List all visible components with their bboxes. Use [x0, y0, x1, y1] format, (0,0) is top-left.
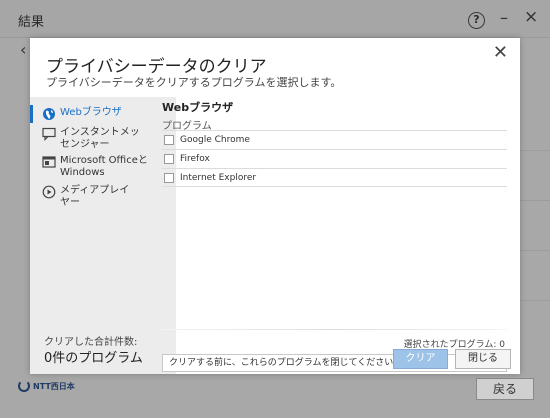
ntt-logo-text: NTT西日本 [33, 381, 75, 391]
section-title: Webブラウザ [162, 101, 234, 114]
program-name: Google Chrome [180, 135, 250, 145]
privacy-clear-dialog: ✕ プライバシーデータのクリア プライバシーデータをクリアするプログラムを選択し… [30, 38, 520, 374]
divider [520, 250, 550, 251]
clear-button[interactable]: クリア [393, 349, 448, 369]
background-footer [0, 374, 550, 418]
chat-icon [42, 127, 56, 141]
program-list: Google Chrome Firefox Internet Explorer [162, 130, 507, 187]
program-row-chrome[interactable]: Google Chrome [162, 130, 507, 149]
sidebar-item-label: Webブラウザ [60, 107, 122, 118]
program-name: Internet Explorer [180, 172, 257, 183]
sidebar-item-media-player[interactable]: メディアプレイ ヤー [30, 185, 176, 209]
window-close-icon[interactable]: × [524, 8, 538, 26]
program-row-internet-explorer[interactable]: Internet Explorer [162, 168, 507, 187]
sidebar-item-label: メディアプレイ ヤー [60, 185, 130, 208]
program-panel: Webブラウザ プログラム Google Chrome Firefox Inte… [160, 97, 520, 374]
play-icon [42, 185, 56, 199]
close-button[interactable]: 閉じる [455, 349, 511, 369]
ntt-logo-mark-icon [18, 380, 30, 392]
sidebar-item-instant-messenger[interactable]: インスタントメッ センジャー [30, 127, 176, 151]
globe-icon [42, 107, 56, 121]
minimize-icon[interactable]: – [500, 9, 508, 27]
sidebar-item-office-windows[interactable]: Microsoft Officeと Windows [30, 155, 176, 179]
divider [162, 329, 507, 330]
firefox-checkbox[interactable] [164, 154, 174, 164]
chrome-checkbox[interactable] [164, 135, 174, 145]
internet-explorer-checkbox[interactable] [164, 172, 174, 183]
divider [520, 150, 550, 151]
program-name: Firefox [180, 154, 210, 164]
dialog-subtitle: プライバシーデータをクリアするプログラムを選択します。 [46, 76, 342, 89]
ntt-logo: NTT西日本 [18, 380, 75, 392]
background-titlebar: 結果 ? – × [0, 0, 550, 38]
total-cleared-label: クリアした合計件数: [44, 337, 138, 348]
sidebar-item-label: Microsoft Officeと Windows [60, 155, 148, 178]
sidebar-item-web-browser[interactable]: Webブラウザ [30, 105, 176, 123]
divider [520, 200, 550, 201]
help-icon[interactable]: ? [468, 12, 485, 29]
total-cleared-value: 0件のプログラム [44, 351, 143, 366]
background-window-title: 結果 [18, 15, 45, 30]
category-sidebar: Webブラウザ インスタントメッ センジャー Microsoft Officeと… [30, 97, 176, 374]
dialog-close-icon[interactable]: ✕ [493, 42, 508, 63]
divider [520, 300, 550, 301]
return-button[interactable]: 戻る [476, 378, 534, 400]
window-icon [42, 155, 56, 169]
sidebar-item-label: インスタントメッ センジャー [60, 127, 140, 150]
program-row-firefox[interactable]: Firefox [162, 149, 507, 168]
back-arrow-icon[interactable]: ‹ [20, 40, 26, 59]
